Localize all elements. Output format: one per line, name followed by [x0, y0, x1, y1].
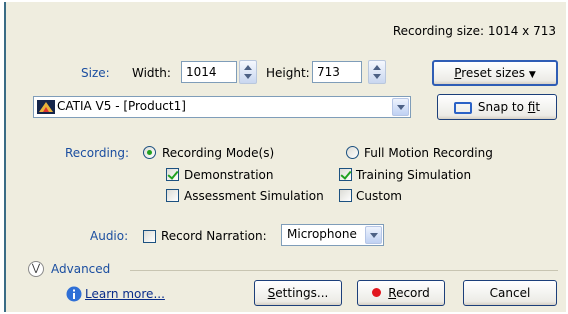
recording-panel: Recording size: 1014 x 713 Size: Width: … [4, 2, 566, 312]
custom-label: Custom [356, 189, 402, 203]
advanced-label[interactable]: Advanced [51, 262, 110, 276]
record-narration-checkbox[interactable] [143, 230, 156, 243]
spin-up-icon [373, 65, 381, 70]
demonstration-label: Demonstration [184, 168, 274, 182]
advanced-divider [130, 270, 558, 271]
record-button[interactable]: Record [357, 280, 445, 306]
width-label: Width: [132, 66, 171, 80]
full-motion-radio[interactable] [346, 146, 359, 159]
window-select[interactable]: CATIA V5 - [Product1] [33, 96, 411, 118]
assessment-simulation-label: Assessment Simulation [184, 189, 324, 203]
spin-up-icon [244, 65, 252, 70]
record-narration-label: Record Narration: [161, 229, 267, 243]
info-icon [66, 286, 82, 302]
spin-down-icon [373, 74, 381, 79]
width-spinner[interactable] [239, 60, 257, 84]
settings-label: ettings... [275, 286, 329, 300]
learn-more-link[interactable]: Learn more... [85, 287, 165, 301]
size-label: Size: [81, 66, 110, 80]
recording-label: Recording: [65, 146, 130, 160]
snap-to-fit-label-pre: Snap to [477, 100, 528, 114]
audio-label: Audio: [90, 229, 129, 243]
record-accesskey: R [388, 286, 397, 300]
training-simulation-checkbox[interactable] [339, 168, 352, 181]
expand-advanced-icon[interactable]: ⋁ [28, 261, 44, 277]
height-label: Height: [266, 66, 310, 80]
recording-modes-radio[interactable] [143, 146, 156, 159]
catia-app-icon [37, 100, 55, 114]
record-dot-icon [372, 288, 382, 297]
window-frame-icon [453, 102, 472, 114]
width-input[interactable]: 1014 [181, 61, 237, 83]
audio-source-value: Microphone [287, 227, 357, 241]
custom-checkbox[interactable] [339, 189, 352, 202]
caret-down-icon: ▼ [528, 70, 536, 80]
assessment-simulation-checkbox[interactable] [166, 189, 179, 202]
preset-sizes-label: reset sizes [461, 66, 525, 80]
settings-button[interactable]: Settings... [254, 280, 342, 306]
spin-down-icon [244, 74, 252, 79]
recording-size-text: Recording size: 1014 x 713 [392, 24, 556, 38]
cancel-button[interactable]: Cancel [463, 280, 557, 306]
audio-source-select[interactable]: Microphone [281, 224, 384, 246]
chevron-down-icon[interactable] [392, 98, 409, 116]
snap-to-fit-label-post: it [535, 100, 541, 114]
height-spinner[interactable] [368, 60, 386, 84]
training-simulation-label: Training Simulation [356, 168, 472, 182]
snap-to-fit-button[interactable]: Snap to fit [437, 94, 557, 120]
record-label: ecord [396, 286, 430, 300]
height-input[interactable]: 713 [312, 61, 362, 83]
window-select-value: CATIA V5 - [Product1] [57, 99, 186, 113]
full-motion-label: Full Motion Recording [364, 146, 493, 160]
demonstration-checkbox[interactable] [166, 168, 179, 181]
preset-sizes-button[interactable]: Preset sizes ▼ [432, 60, 558, 86]
recording-modes-label: Recording Mode(s) [162, 146, 275, 160]
chevron-down-icon[interactable] [365, 226, 382, 244]
